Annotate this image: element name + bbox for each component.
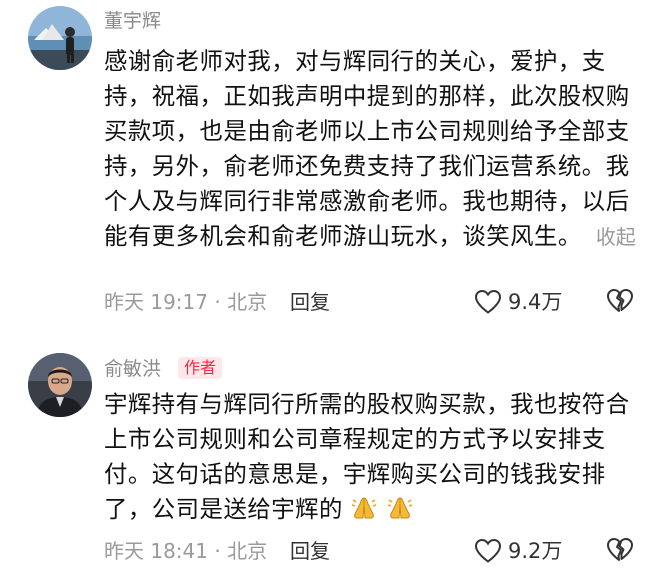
username[interactable]: 俞敏洪 <box>104 357 161 381</box>
author-badge: 作者 <box>178 357 223 379</box>
comment-text-content: 感谢俞老师对我，对与辉同行的关心，爱护，支持，祝福，正如我声明中提到的那样，此次… <box>104 47 630 250</box>
folded-hands-emoji <box>351 497 377 519</box>
heart-outline-icon <box>474 289 502 314</box>
like-count: 9.2万 <box>508 539 563 563</box>
comment-1: 董宇辉 感谢俞老师对我，对与辉同行的关心，爱护，支持，祝福，正如我声明中提到的那… <box>0 0 660 330</box>
comment-text: 宇辉持有与辉同行所需的股权购买款，我也按符合上市公司规则和公司章程规定的方式予以… <box>104 387 636 527</box>
folded-hands-emoji <box>387 497 413 519</box>
broken-heart-icon <box>607 289 633 312</box>
dislike-button[interactable] <box>606 537 634 567</box>
reply-button[interactable]: 回复 <box>290 287 330 317</box>
username-text: 俞敏洪 <box>104 358 162 380</box>
comment-meta: 昨天 18:41 · 北京 回复 9.2万 <box>104 536 644 566</box>
like-button[interactable]: 9.4万 <box>474 287 562 317</box>
like-button[interactable]: 9.2万 <box>474 536 562 566</box>
timestamp-location: 昨天 18:41 · 北京 <box>104 539 268 563</box>
comment-meta: 昨天 19:17 · 北京 回复 9.4万 <box>104 287 644 317</box>
avatar-dong-yuhui[interactable] <box>28 6 92 70</box>
comment-text: 感谢俞老师对我，对与辉同行的关心，爱护，支持，祝福，正如我声明中提到的那样，此次… <box>104 44 636 255</box>
like-count: 9.4万 <box>508 290 563 314</box>
collapse-link[interactable]: 收起 <box>596 225 636 249</box>
username[interactable]: 董宇辉 <box>104 9 161 33</box>
avatar-yu-minhong[interactable] <box>28 353 92 417</box>
timestamp-location: 昨天 19:17 · 北京 <box>104 290 268 314</box>
broken-heart-icon <box>607 538 633 561</box>
comment-2: 俞敏洪 作者 宇辉持有与辉同行所需的股权购买款，我也按符合上市公司规则和公司章程… <box>0 345 660 585</box>
dislike-button[interactable] <box>606 288 634 318</box>
reply-button[interactable]: 回复 <box>290 536 330 566</box>
heart-outline-icon <box>474 538 502 563</box>
